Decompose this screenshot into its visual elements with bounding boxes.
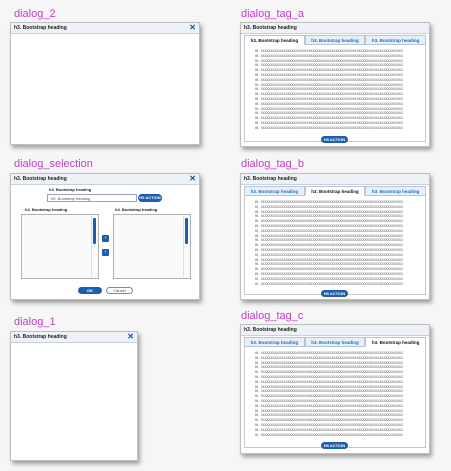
placeholder-line: Hi XXXXXXXXXXXXXXXXXXXXXXXXXXXXXXXXXXXXX…: [255, 53, 403, 58]
dialog-title: h3. Bootstrap heading: [14, 334, 67, 340]
label-dialog-tag-a: dialog_tag_a: [241, 8, 305, 20]
placeholder-line: Hi XXXXXXXXXXXXXXXXXXXXXXXXXXXXXXXXXXXXX…: [255, 427, 403, 432]
label-dialog-1: dialog_1: [14, 316, 56, 328]
dialog-title: h3. Bootstrap heading: [14, 25, 67, 31]
tab-3[interactable]: h3. Bootstrap heading: [365, 337, 427, 347]
placeholder-line: Hi XXXXXXXXXXXXXXXXXXXXXXXXXXXXXXXXXXXXX…: [255, 125, 403, 130]
dialog-title: h3. Bootstrap heading: [244, 25, 297, 31]
placeholder-line: Hi XXXXXXXXXXXXXXXXXXXXXXXXXXXXXXXXXXXXX…: [255, 403, 403, 408]
label-dialog-2: dialog_2: [14, 8, 56, 20]
cancel-button[interactable]: Cancel: [106, 287, 133, 294]
tab-panel: Hi XXXXXXXXXXXXXXXXXXXXXXXXXXXXXXXXXXXXX…: [244, 347, 426, 448]
dialog-2: h3. Bootstrap heading ✕: [10, 22, 200, 145]
right-list-heading: h4. Bootstrap heading: [115, 207, 158, 212]
tab-2[interactable]: h3. Bootstrap heading: [304, 35, 366, 45]
placeholder-line: Hi XXXXXXXXXXXXXXXXXXXXXXXXXXXXXXXXXXXXX…: [255, 228, 403, 233]
dialog-tag-c: h3. Bootstrap heading h3. Bootstrap head…: [240, 324, 430, 454]
right-list[interactable]: [113, 214, 191, 279]
dialog-header: h3. Bootstrap heading ✕: [11, 23, 199, 34]
tab-1[interactable]: h3. Bootstrap heading: [244, 35, 305, 45]
right-list-scrollbar[interactable]: [185, 218, 188, 244]
action-button[interactable]: H5 ACTION: [321, 290, 348, 297]
selection-top-heading: h4. Bootstrap heading: [49, 187, 92, 192]
tab-3[interactable]: h3. Bootstrap heading: [365, 35, 427, 45]
tab-panel: Hi XXXXXXXXXXXXXXXXXXXXXXXXXXXXXXXXXXXXX…: [244, 196, 426, 295]
tab-2[interactable]: h3. Bootstrap heading: [304, 186, 366, 196]
tab-bar: h3. Bootstrap heading h3. Bootstrap head…: [244, 186, 427, 196]
tab-1[interactable]: h3. Bootstrap heading: [244, 186, 305, 196]
dialog-header: h3. Bootstrap heading: [241, 23, 429, 34]
placeholder-line: Hi XXXXXXXXXXXXXXXXXXXXXXXXXXXXXXXXXXXXX…: [255, 276, 403, 281]
placeholder-line: Hi XXXXXXXXXXXXXXXXXXXXXXXXXXXXXXXXXXXXX…: [255, 77, 403, 82]
dialog-1: h3. Bootstrap heading ✕: [10, 331, 138, 461]
tab-1[interactable]: h3. Bootstrap heading: [244, 337, 305, 347]
left-list-heading: h4. Bootstrap heading: [25, 207, 68, 212]
dialog-tag-a: h3. Bootstrap heading h3. Bootstrap head…: [240, 22, 430, 147]
placeholder-line: Hi XXXXXXXXXXXXXXXXXXXXXXXXXXXXXXXXXXXXX…: [255, 204, 403, 209]
dialog-header: h3. Bootstrap heading ✕: [11, 332, 137, 343]
dialog-header: h3. Bootstrap heading: [241, 174, 429, 185]
ok-button[interactable]: OK: [78, 287, 102, 294]
dialog-title: h3. Bootstrap heading: [14, 176, 67, 182]
placeholder-line: Hi XXXXXXXXXXXXXXXXXXXXXXXXXXXXXXXXXXXXX…: [255, 432, 403, 437]
tab-2[interactable]: h3. Bootstrap heading: [304, 337, 366, 347]
tab-bar: h3. Bootstrap heading h3. Bootstrap head…: [244, 337, 427, 347]
dialog-tag-b: h3. Bootstrap heading h3. Bootstrap head…: [240, 173, 430, 300]
tab-3[interactable]: h3. Bootstrap heading: [365, 186, 427, 196]
action-button[interactable]: H5 ACTION: [321, 442, 348, 449]
selection-input[interactable]: h5. Bootstrap heading: [47, 194, 137, 202]
close-icon[interactable]: ✕: [189, 23, 196, 33]
close-icon[interactable]: ✕: [189, 174, 196, 184]
label-dialog-tag-c: dialog_tag_c: [241, 310, 304, 322]
tab-panel: Hi XXXXXXXXXXXXXXXXXXXXXXXXXXXXXXXXXXXXX…: [244, 45, 426, 142]
label-dialog-selection: dialog_selection: [14, 158, 93, 170]
dialog-header: h3. Bootstrap heading ✕: [11, 174, 199, 185]
dialog-selection: h3. Bootstrap heading ✕ h4. Bootstrap he…: [10, 173, 200, 300]
placeholder-line: Hi XXXXXXXXXXXXXXXXXXXXXXXXXXXXXXXXXXXXX…: [255, 355, 403, 360]
selection-action-button[interactable]: H5 ACTION: [138, 194, 162, 202]
action-button[interactable]: H5 ACTION: [321, 136, 348, 143]
move-right-button[interactable]: ›: [102, 235, 109, 242]
placeholder-line: Hi XXXXXXXXXXXXXXXXXXXXXXXXXXXXXXXXXXXXX…: [255, 379, 403, 384]
dialog-header: h3. Bootstrap heading: [241, 325, 429, 336]
dialog-title: h3. Bootstrap heading: [244, 176, 297, 182]
left-list-scrollbar[interactable]: [93, 218, 96, 244]
move-left-button[interactable]: ‹: [102, 249, 109, 256]
left-list[interactable]: [21, 214, 99, 279]
placeholder-line: Hi XXXXXXXXXXXXXXXXXXXXXXXXXXXXXXXXXXXXX…: [255, 101, 403, 106]
label-dialog-tag-b: dialog_tag_b: [241, 158, 305, 170]
placeholder-line: Hi XXXXXXXXXXXXXXXXXXXXXXXXXXXXXXXXXXXXX…: [255, 281, 403, 286]
close-icon[interactable]: ✕: [127, 332, 134, 342]
tab-bar: h3. Bootstrap heading h3. Bootstrap head…: [244, 35, 427, 45]
dialog-title: h3. Bootstrap heading: [244, 327, 297, 333]
placeholder-line: Hi XXXXXXXXXXXXXXXXXXXXXXXXXXXXXXXXXXXXX…: [255, 252, 403, 257]
